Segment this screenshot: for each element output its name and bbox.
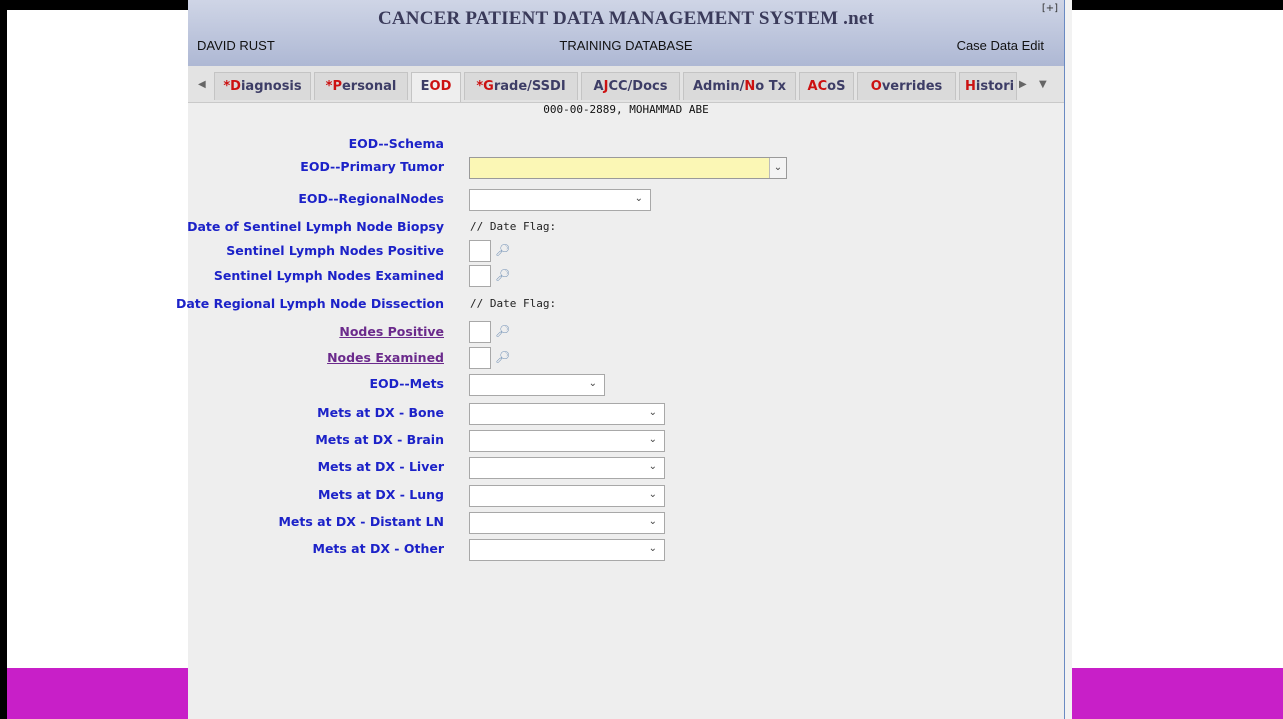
eod-mets-select[interactable]: ⌄: [469, 374, 605, 396]
sentinel-positive-input[interactable]: [469, 240, 491, 262]
tab-bar: ◀ *Diagnosis *Personal EOD *Grade/SSDI A…: [188, 66, 1064, 103]
tab-eod[interactable]: EOD: [411, 72, 461, 102]
tab-label: iagnosis: [240, 79, 302, 94]
tab-hotkey: AC: [807, 79, 828, 94]
tab-label: Admin/: [693, 79, 745, 94]
sentinel-date-flag: // Date Flag:: [470, 220, 557, 233]
tab-ajcc-docs[interactable]: AJCC/Docs: [581, 72, 680, 100]
tab-overrides[interactable]: Overrides: [857, 72, 956, 100]
chevron-down-icon: ⌄: [648, 407, 657, 418]
magnifier-icon[interactable]: 🔎︎: [495, 324, 510, 338]
tab-hotkey: H: [965, 79, 976, 94]
tab-label: verrides: [881, 79, 943, 94]
label-eod-mets: EOD--Mets: [369, 376, 444, 391]
patient-id: 000-00-2889, MOHAMMAD ABE: [543, 103, 709, 116]
label-sentinel-date: Date of Sentinel Lymph Node Biopsy: [187, 219, 444, 234]
label-sentinel-examined: Sentinel Lymph Nodes Examined: [213, 268, 444, 283]
label-mets-distant-ln: Mets at DX - Distant LN: [278, 514, 444, 529]
label-mets-bone: Mets at DX - Bone: [317, 405, 444, 420]
nodes-positive-input[interactable]: [469, 321, 491, 343]
link-nodes-positive[interactable]: Nodes Positive: [339, 324, 444, 339]
window-edge: [1064, 0, 1072, 719]
app-title: CANCER PATIENT DATA MANAGEMENT SYSTEM .n…: [377, 8, 875, 29]
mets-brain-select[interactable]: ⌄: [469, 430, 665, 452]
dissection-date-flag: // Date Flag:: [470, 297, 557, 310]
tab-label: ersonal: [341, 79, 397, 94]
slide-border-left: [0, 0, 7, 719]
label-dissection-date: Date Regional Lymph Node Dissection: [176, 296, 444, 311]
mets-bone-select[interactable]: ⌄: [469, 403, 665, 425]
tab-acos[interactable]: ACoS: [799, 72, 854, 100]
chevron-down-icon: ⌄: [648, 461, 657, 472]
accent-bar-left: [7, 668, 188, 719]
sentinel-examined-input[interactable]: [469, 265, 491, 287]
label-eod-schema: EOD--Schema: [348, 136, 444, 151]
mets-lung-select[interactable]: ⌄: [469, 485, 665, 507]
tab-diagnosis[interactable]: *Diagnosis: [214, 72, 311, 100]
tab-hotkey: P: [332, 79, 342, 94]
tab-admin-no-tx[interactable]: Admin/No Tx: [683, 72, 796, 100]
tab-grade-ssdi[interactable]: *Grade/SSDI: [464, 72, 578, 100]
label-mets-lung: Mets at DX - Lung: [317, 487, 444, 502]
regional-nodes-select[interactable]: ⌄: [469, 189, 651, 211]
chevron-down-icon: ⌄: [648, 434, 657, 445]
label-primary-tumor: EOD--Primary Tumor: [300, 159, 444, 174]
tab-history[interactable]: Histori: [959, 72, 1017, 100]
label-mets-brain: Mets at DX - Brain: [315, 432, 444, 447]
tab-personal[interactable]: *Personal: [314, 72, 408, 100]
tab-label: istori: [975, 79, 1015, 94]
mets-other-select[interactable]: ⌄: [469, 539, 665, 561]
tab-label: o Tx: [755, 79, 786, 94]
tab-label: CC/Docs: [608, 79, 668, 94]
tab-label: A: [593, 79, 604, 94]
link-nodes-examined[interactable]: Nodes Examined: [327, 350, 444, 365]
tab-hotkey: O: [870, 79, 882, 94]
magnifier-icon[interactable]: 🔎︎: [495, 350, 510, 364]
label-sentinel-positive: Sentinel Lymph Nodes Positive: [226, 243, 444, 258]
tab-scroll-left-icon[interactable]: ◀: [198, 79, 206, 90]
tab-hotkey: D: [230, 79, 241, 94]
tab-label: rade/SSDI: [493, 79, 566, 94]
mets-distant-ln-select[interactable]: ⌄: [469, 512, 665, 534]
magnifier-icon[interactable]: 🔎︎: [495, 268, 510, 282]
label-mets-other: Mets at DX - Other: [312, 541, 445, 556]
tab-hotkey: G: [483, 79, 494, 94]
tab-hotkey: N: [744, 79, 756, 94]
chevron-down-icon: ⌄: [648, 489, 657, 500]
app-window: CANCER PATIENT DATA MANAGEMENT SYSTEM .n…: [176, 0, 1064, 719]
tab-label: oS: [827, 79, 846, 94]
primary-tumor-select[interactable]: ⌄: [469, 157, 787, 179]
tab-scroll-right-icon[interactable]: ▶: [1019, 79, 1027, 90]
app-header: CANCER PATIENT DATA MANAGEMENT SYSTEM .n…: [188, 0, 1064, 66]
chevron-down-icon: ⌄: [634, 193, 643, 204]
magnifier-icon[interactable]: 🔎︎: [495, 243, 510, 257]
mets-liver-select[interactable]: ⌄: [469, 457, 665, 479]
chevron-down-icon: ⌄: [648, 516, 657, 527]
chevron-down-icon: ⌄: [588, 378, 597, 389]
database-name: TRAINING DATABASE: [559, 38, 693, 53]
nodes-examined-input[interactable]: [469, 347, 491, 369]
tab-hotkey: OD: [429, 79, 452, 94]
chevron-down-icon: ⌄: [648, 543, 657, 554]
expand-button[interactable]: [+]: [1042, 3, 1058, 14]
accent-bar-right: [1072, 668, 1283, 719]
label-mets-liver: Mets at DX - Liver: [317, 459, 444, 474]
chevron-down-icon: ⌄: [769, 158, 786, 178]
tab-menu-icon[interactable]: ▼: [1039, 79, 1047, 90]
tab-label: E: [420, 79, 430, 94]
label-regional-nodes: EOD--RegionalNodes: [298, 191, 444, 206]
mode-label: Case Data Edit: [956, 38, 1044, 53]
slide-frame: CANCER PATIENT DATA MANAGEMENT SYSTEM .n…: [0, 0, 1283, 719]
